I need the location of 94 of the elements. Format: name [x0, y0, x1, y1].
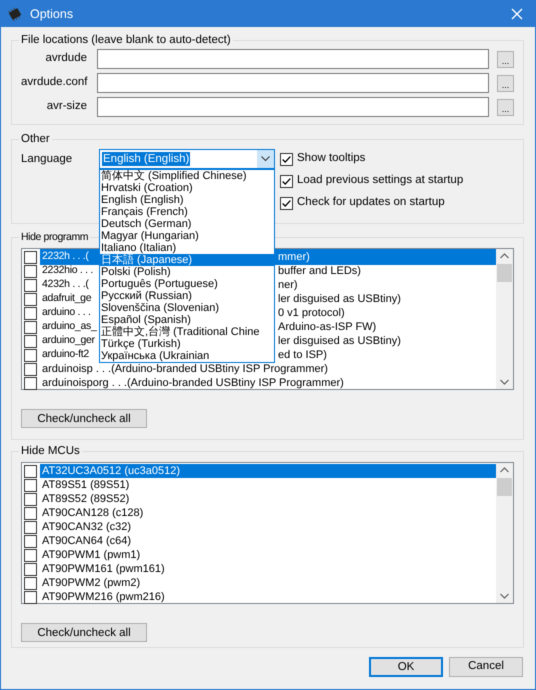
- checkbox[interactable]: [24, 506, 37, 520]
- dialog-button[interactable]: OK: [369, 657, 443, 677]
- checkbox[interactable]: [24, 534, 37, 548]
- checkbox[interactable]: [24, 478, 37, 492]
- checkbox[interactable]: [24, 492, 37, 506]
- language-option[interactable]: English (English): [100, 194, 274, 206]
- list-item[interactable]: AT32UC3A0512 (uc3a0512): [40, 464, 496, 478]
- language-option[interactable]: Türkçe (Turkish): [100, 338, 274, 350]
- list-item-text: Arduino-as-ISP FW): [278, 320, 376, 335]
- check-all-button[interactable]: Check/uncheck all: [21, 409, 147, 428]
- language-option[interactable]: Español (Spanish): [100, 314, 274, 326]
- list-item[interactable]: AT90PWM2 (pwm2): [40, 576, 142, 590]
- list-item[interactable]: AT90CAN32 (c32): [40, 520, 134, 534]
- dropdown-value: English (English): [102, 152, 190, 166]
- field-label: avrdude: [44, 51, 88, 66]
- list-item-text: ler disguised as USBtiny): [278, 334, 401, 349]
- list-item[interactable]: AT89S52 (89S52): [40, 492, 132, 506]
- checkbox[interactable]: [24, 278, 37, 292]
- checkbox[interactable]: [24, 520, 37, 534]
- checkbox[interactable]: [24, 376, 37, 390]
- scroll-thumb[interactable]: [497, 478, 512, 496]
- checkbox[interactable]: [24, 250, 37, 264]
- language-option[interactable]: 正體中文,台灣 (Traditional Chine: [100, 326, 274, 338]
- checkbox[interactable]: [24, 334, 37, 348]
- browse-button[interactable]: ...: [497, 98, 514, 116]
- checkbox-label: Check for updates on startup: [297, 195, 445, 210]
- list-item[interactable]: AT90CAN64 (c64): [40, 534, 134, 548]
- list-item[interactable]: AT90PWM1 (pwm1): [40, 548, 142, 562]
- dialog-button[interactable]: Cancel: [449, 657, 523, 677]
- language-option[interactable]: Français (French): [100, 206, 274, 218]
- checkbox-label: Show tooltips: [297, 151, 366, 166]
- list-item[interactable]: AT89S51 (89S51): [40, 478, 132, 492]
- language-option[interactable]: Magyar (Hungarian): [100, 230, 274, 242]
- group-title: Hide programm: [20, 230, 90, 244]
- list-item[interactable]: 4232h . . .(: [40, 277, 100, 293]
- checkbox[interactable]: [280, 174, 293, 188]
- list-item[interactable]: 2232hio . . .: [40, 263, 100, 279]
- language-option[interactable]: Polski (Polish): [100, 266, 274, 278]
- path-field[interactable]: [97, 49, 489, 69]
- chevron-down-icon: [261, 156, 270, 162]
- group-title: File locations (leave blank to auto-detect): [20, 33, 232, 47]
- language-label: Language: [21, 152, 74, 167]
- path-field[interactable]: [97, 73, 489, 93]
- list-item-text: ner): [278, 278, 298, 293]
- checkbox[interactable]: [24, 576, 37, 590]
- checkbox-label: Load previous settings at startup: [297, 173, 464, 188]
- checkbox[interactable]: [24, 562, 37, 576]
- list-item[interactable]: arduino . . .: [40, 305, 100, 321]
- group-title: Other: [20, 132, 51, 146]
- list-item-text: 0 v1 protocol): [278, 306, 345, 321]
- language-option[interactable]: Українська (Ukrainian: [100, 350, 274, 362]
- checkbox[interactable]: [280, 152, 293, 166]
- field-label: avrdude.conf: [21, 75, 88, 90]
- list-item-text: ler disguised as USBtiny): [278, 292, 401, 307]
- list-item[interactable]: arduinoisp . . .(Arduino-branded USBtiny ISP Programmer): [40, 362, 330, 376]
- language-option[interactable]: Hrvatski (Croation): [100, 182, 274, 194]
- list-item[interactable]: AT90CAN128 (c128): [40, 506, 146, 520]
- list-item[interactable]: AT90PWM216 (pwm216): [40, 590, 167, 604]
- language-option[interactable]: 简体中文 (Simplified Chinese): [100, 170, 274, 182]
- browse-button[interactable]: ...: [497, 74, 514, 92]
- checkbox[interactable]: [24, 320, 37, 334]
- checkbox[interactable]: [24, 464, 37, 478]
- language-option[interactable]: Português (Portuguese): [100, 278, 274, 290]
- field-label: avr-size: [46, 99, 88, 114]
- language-option[interactable]: Slovenščina (Slovenian): [100, 302, 274, 314]
- list-item[interactable]: arduino_as_: [40, 319, 100, 335]
- checkbox[interactable]: [280, 196, 293, 210]
- group-title: Hide MCUs: [20, 444, 81, 458]
- list-item-text: ed to ISP): [278, 348, 327, 363]
- checkbox[interactable]: [24, 292, 37, 306]
- checkbox[interactable]: [24, 306, 37, 320]
- list-item[interactable]: arduino-ft2: [40, 347, 100, 363]
- checkbox[interactable]: [24, 348, 37, 362]
- path-field[interactable]: [97, 97, 489, 117]
- language-option[interactable]: Русский (Russian): [100, 290, 274, 302]
- checkbox[interactable]: [24, 548, 37, 562]
- scrollbar[interactable]: [496, 249, 513, 389]
- checkbox[interactable]: [24, 362, 37, 376]
- browse-button[interactable]: ...: [497, 50, 514, 68]
- close-icon: [511, 8, 523, 20]
- list-item[interactable]: 2232h . . .(: [40, 249, 100, 265]
- list-item[interactable]: arduinoisporg . . .(Arduino-branded USBtiny ISP Programmer): [40, 376, 346, 390]
- list-item[interactable]: AT90PWM161 (pwm161): [40, 562, 167, 576]
- language-option[interactable]: 日本語 (Japanese): [100, 254, 274, 266]
- check-all-button[interactable]: Check/uncheck all: [21, 623, 147, 642]
- window-title: Options: [30, 6, 74, 23]
- list-item[interactable]: adafruit_ge: [40, 291, 100, 307]
- list-item[interactable]: arduino_ger: [40, 333, 100, 349]
- scrollbar[interactable]: [496, 463, 513, 603]
- list-item-text: buffer and LEDs): [278, 264, 361, 279]
- scroll-thumb[interactable]: [497, 264, 512, 282]
- checkbox[interactable]: [24, 590, 37, 604]
- checkbox[interactable]: [24, 264, 37, 278]
- language-option[interactable]: Deutsch (German): [100, 218, 274, 230]
